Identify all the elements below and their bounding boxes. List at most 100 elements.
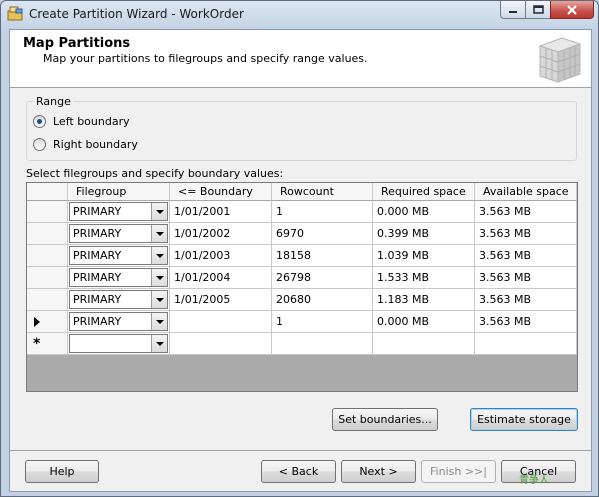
filegroup-dropdown[interactable]: PRIMARY	[69, 224, 168, 243]
boundary-cell[interactable]: 1/01/2004	[170, 267, 272, 289]
rowcount-cell[interactable]: 20680	[272, 289, 373, 311]
dropdown-button[interactable]	[151, 335, 167, 352]
watermark-logo: 青争人	[519, 475, 549, 486]
left-boundary-radio[interactable]: Left boundary	[33, 115, 130, 128]
chevron-down-icon	[155, 297, 164, 302]
filegroup-dropdown[interactable]: PRIMARY	[69, 246, 168, 265]
available-space-cell[interactable]: 3.563 MB	[475, 289, 577, 311]
back-button[interactable]: < Back	[261, 460, 336, 483]
boundary-cell[interactable]: 1/01/2003	[170, 245, 272, 267]
available-space-cell[interactable]: 3.563 MB	[475, 311, 577, 333]
filegroup-dropdown[interactable]: PRIMARY	[69, 312, 168, 331]
grid-corner-cell	[27, 183, 68, 201]
filegroup-value: PRIMARY	[73, 249, 122, 262]
rowcount-cell[interactable]: 18158	[272, 245, 373, 267]
filegroup-value: PRIMARY	[73, 293, 122, 306]
filegroup-cell[interactable]: PRIMARY	[68, 311, 170, 333]
current-row-arrow-icon	[34, 317, 40, 327]
available-space-cell[interactable]: 3.563 MB	[475, 223, 577, 245]
help-button[interactable]: Help	[25, 460, 99, 483]
rowcount-cell[interactable]: 26798	[272, 267, 373, 289]
column-header[interactable]: Required space	[373, 183, 475, 201]
boundary-cell[interactable]: 1/01/2002	[170, 223, 272, 245]
page-subtitle: Map your partitions to filegroups and sp…	[43, 52, 368, 65]
rowcount-cell[interactable]: 1	[272, 311, 373, 333]
dropdown-button[interactable]	[151, 203, 167, 220]
dropdown-button[interactable]	[151, 291, 167, 308]
title-bar[interactable]: Create Partition Wizard - WorkOrder	[1, 1, 598, 27]
dropdown-button[interactable]	[151, 313, 167, 330]
filegroup-value: PRIMARY	[73, 205, 122, 218]
new-row-icon: *	[33, 336, 41, 352]
filegroup-cell[interactable]	[68, 333, 170, 355]
table-row[interactable]: PRIMARY 1/01/2002 6970 0.399 MB 3.563 MB	[27, 223, 577, 245]
filegroup-cell[interactable]: PRIMARY	[68, 201, 170, 223]
table-row[interactable]: PRIMARY 1/01/2001 1 0.000 MB 3.563 MB	[27, 201, 577, 223]
table-row[interactable]: PRIMARY 1/01/2005 20680 1.183 MB 3.563 MB	[27, 289, 577, 311]
radio-checked-icon[interactable]	[33, 115, 46, 128]
maximize-icon	[532, 5, 544, 14]
row-header-cell: *	[27, 333, 68, 355]
filegroup-dropdown[interactable]: PRIMARY	[69, 268, 168, 287]
close-icon	[567, 4, 577, 15]
boundary-cell[interactable]	[170, 311, 272, 333]
right-boundary-label: Right boundary	[53, 138, 138, 151]
boundary-cell[interactable]: 1/01/2005	[170, 289, 272, 311]
row-header-cell	[27, 201, 68, 223]
maximize-button[interactable]	[525, 1, 551, 19]
available-space-cell[interactable]: 3.563 MB	[475, 201, 577, 223]
filegroup-value: PRIMARY	[73, 227, 122, 240]
dropdown-button[interactable]	[151, 225, 167, 242]
chevron-down-icon	[155, 341, 164, 346]
filegroup-dropdown[interactable]: PRIMARY	[69, 202, 168, 221]
finish-button[interactable]: Finish >>|	[421, 460, 496, 483]
minimize-button[interactable]	[500, 1, 526, 19]
rowcount-cell[interactable]	[272, 333, 373, 355]
filegroup-cell[interactable]: PRIMARY	[68, 245, 170, 267]
required-space-cell[interactable]: 0.399 MB	[373, 223, 475, 245]
chevron-down-icon	[155, 275, 164, 280]
filegroup-cell[interactable]: PRIMARY	[68, 267, 170, 289]
partition-cube-icon	[538, 37, 582, 83]
partition-grid[interactable]: Filegroup <= Boundary Rowcount Required spa…	[26, 182, 578, 392]
dropdown-button[interactable]	[151, 247, 167, 264]
grid-caption: Select filegroups and specify boundary v…	[26, 167, 284, 180]
grid-body: Filegroup <= Boundary Rowcount Required spa…	[27, 183, 577, 355]
required-space-cell[interactable]: 1.183 MB	[373, 289, 475, 311]
column-header[interactable]: Filegroup	[68, 183, 170, 201]
table-row[interactable]: PRIMARY 1 0.000 MB 3.563 MB	[27, 311, 577, 333]
available-space-cell[interactable]: 3.563 MB	[475, 267, 577, 289]
range-group-box	[26, 101, 577, 161]
next-button[interactable]: Next >	[341, 460, 416, 483]
boundary-cell[interactable]: 1/01/2001	[170, 201, 272, 223]
rowcount-cell[interactable]: 6970	[272, 223, 373, 245]
available-space-cell[interactable]: 3.563 MB	[475, 245, 577, 267]
required-space-cell[interactable]: 1.533 MB	[373, 267, 475, 289]
table-row[interactable]: *	[27, 333, 577, 355]
boundary-cell[interactable]	[170, 333, 272, 355]
available-space-cell[interactable]	[475, 333, 577, 355]
set-boundaries-button[interactable]: Set boundaries...	[332, 408, 438, 431]
column-header[interactable]: Rowcount	[272, 183, 373, 201]
filegroup-dropdown[interactable]	[69, 334, 168, 353]
estimate-storage-button[interactable]: Estimate storage	[470, 408, 578, 431]
close-button[interactable]	[550, 1, 594, 19]
dropdown-button[interactable]	[151, 269, 167, 286]
column-header[interactable]: Available space	[475, 183, 577, 201]
wizard-window: Create Partition Wizard - WorkOrder Map …	[0, 0, 599, 497]
table-row[interactable]: PRIMARY 1/01/2004 26798 1.533 MB 3.563 MB	[27, 267, 577, 289]
required-space-cell[interactable]: 0.000 MB	[373, 201, 475, 223]
required-space-cell[interactable]: 0.000 MB	[373, 311, 475, 333]
radio-unchecked-icon[interactable]	[33, 138, 46, 151]
filegroup-dropdown[interactable]: PRIMARY	[69, 290, 168, 309]
required-space-cell[interactable]: 1.039 MB	[373, 245, 475, 267]
row-header-cell	[27, 267, 68, 289]
window-title: Create Partition Wizard - WorkOrder	[29, 7, 244, 21]
required-space-cell[interactable]	[373, 333, 475, 355]
filegroup-cell[interactable]: PRIMARY	[68, 223, 170, 245]
column-header[interactable]: <= Boundary	[170, 183, 272, 201]
right-boundary-radio[interactable]: Right boundary	[33, 138, 138, 151]
filegroup-cell[interactable]: PRIMARY	[68, 289, 170, 311]
rowcount-cell[interactable]: 1	[272, 201, 373, 223]
table-row[interactable]: PRIMARY 1/01/2003 18158 1.039 MB 3.563 MB	[27, 245, 577, 267]
